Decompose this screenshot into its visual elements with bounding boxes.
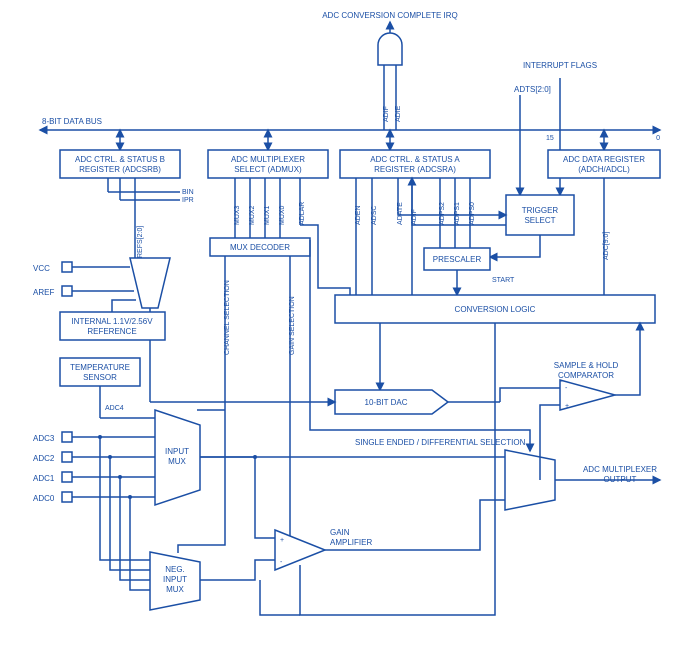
svg-text:AREF: AREF	[33, 288, 54, 297]
svg-text:VCC: VCC	[33, 264, 50, 273]
svg-text:REGISTER (ADCSRB): REGISTER (ADCSRB)	[79, 165, 161, 174]
svg-text:ADC DATA REGISTER: ADC DATA REGISTER	[563, 155, 645, 164]
svg-text:TRIGGER: TRIGGER	[522, 206, 559, 215]
svg-text:ADPS2: ADPS2	[439, 202, 446, 225]
adc2-pin	[62, 452, 72, 462]
svg-text:AMPLIFIER: AMPLIFIER	[330, 538, 372, 547]
svg-text:ADATE: ADATE	[397, 202, 404, 225]
svg-text:ADC MULTIPLEXER: ADC MULTIPLEXER	[583, 465, 657, 474]
svg-text:MUX0: MUX0	[279, 205, 286, 225]
svg-text:ADPS0: ADPS0	[469, 202, 476, 225]
svg-text:ADSC: ADSC	[371, 206, 378, 225]
svg-text:ADC3: ADC3	[33, 434, 55, 443]
svg-text:ADC2: ADC2	[33, 454, 55, 463]
bus-label: 8-BIT DATA BUS	[42, 117, 102, 126]
svg-text:15: 15	[546, 135, 554, 142]
svg-text:SAMPLE & HOLD: SAMPLE & HOLD	[554, 361, 619, 370]
svg-text:ADIE: ADIE	[395, 105, 402, 122]
svg-text:+: +	[280, 537, 284, 544]
svg-text:ADC0: ADC0	[33, 494, 55, 503]
svg-text:SELECT: SELECT	[524, 216, 555, 225]
and-gate-irq	[378, 33, 402, 65]
svg-text:BIN: BIN	[182, 189, 194, 196]
svg-text:ADC4: ADC4	[105, 405, 124, 412]
svg-text:ADC[9:0]: ADC[9:0]	[603, 232, 610, 260]
svg-text:GAIN SELECTION: GAIN SELECTION	[289, 296, 296, 355]
vcc-pin	[62, 262, 72, 272]
svg-text:(ADCH/ADCL): (ADCH/ADCL)	[578, 165, 630, 174]
irq-label: ADC CONVERSION COMPLETE IRQ	[322, 11, 458, 20]
svg-text:TEMPERATURE: TEMPERATURE	[70, 363, 130, 372]
adc0-pin	[62, 492, 72, 502]
svg-text:PRESCALER: PRESCALER	[433, 255, 482, 264]
svg-text:ADLAR: ADLAR	[299, 202, 306, 225]
svg-text:NEG.: NEG.	[165, 565, 185, 574]
svg-text:REFS[2:0]: REFS[2:0]	[137, 226, 144, 258]
svg-text:CHANNEL SELECTION: CHANNEL SELECTION	[224, 280, 231, 355]
svg-text:MUX3: MUX3	[234, 205, 241, 225]
svg-text:INTERNAL 1.1V/2.56V: INTERNAL 1.1V/2.56V	[71, 317, 153, 326]
svg-text:INPUT: INPUT	[163, 575, 187, 584]
svg-text:ADC1: ADC1	[33, 474, 55, 483]
se-diff-mux	[505, 450, 555, 510]
svg-text:IPR: IPR	[182, 197, 194, 204]
svg-text:COMPARATOR: COMPARATOR	[558, 371, 614, 380]
adc3-pin	[62, 432, 72, 442]
svg-text:CONVERSION LOGIC: CONVERSION LOGIC	[455, 305, 536, 314]
svg-text:ADC CTRL. & STATUS A: ADC CTRL. & STATUS A	[370, 155, 460, 164]
svg-text:MUX1: MUX1	[264, 205, 271, 225]
svg-text:SINGLE ENDED / DIFFERENTIAL SE: SINGLE ENDED / DIFFERENTIAL SELECTION	[355, 438, 526, 447]
svg-text:INPUT: INPUT	[165, 447, 189, 456]
svg-text:ADEN: ADEN	[355, 206, 362, 225]
svg-text:ADPS1: ADPS1	[454, 202, 461, 225]
adts-label: ADTS[2:0]	[514, 85, 551, 94]
svg-text:10-BIT DAC: 10-BIT DAC	[365, 398, 408, 407]
svg-text:SENSOR: SENSOR	[83, 373, 117, 382]
adc1-pin	[62, 472, 72, 482]
svg-text:0: 0	[656, 135, 660, 142]
int-flags-label: INTERRUPT FLAGS	[523, 61, 597, 70]
svg-text:+: +	[565, 403, 569, 410]
svg-text:REGISTER (ADCSRA): REGISTER (ADCSRA)	[374, 165, 456, 174]
svg-text:SELECT (ADMUX): SELECT (ADMUX)	[234, 165, 302, 174]
adc-block-diagram: ADC CONVERSION COMPLETE IRQ INTERRUPT FL…	[0, 0, 692, 645]
svg-text:GAIN: GAIN	[330, 528, 350, 537]
svg-text:START: START	[492, 277, 515, 284]
svg-text:MUX DECODER: MUX DECODER	[230, 243, 290, 252]
svg-text:REFERENCE: REFERENCE	[87, 327, 136, 336]
svg-text:MUX: MUX	[168, 457, 186, 466]
svg-text:MUX: MUX	[166, 585, 184, 594]
svg-text:ADIF: ADIF	[383, 106, 390, 122]
svg-text:ADC CTRL. & STATUS B: ADC CTRL. & STATUS B	[75, 155, 165, 164]
svg-text:OUTPUT: OUTPUT	[604, 475, 637, 484]
gain-amp	[275, 530, 325, 570]
aref-pin	[62, 286, 72, 296]
svg-text:ADC MULTIPLEXER: ADC MULTIPLEXER	[231, 155, 305, 164]
svg-text:MUX2: MUX2	[249, 205, 256, 225]
trigger-select	[506, 195, 574, 235]
